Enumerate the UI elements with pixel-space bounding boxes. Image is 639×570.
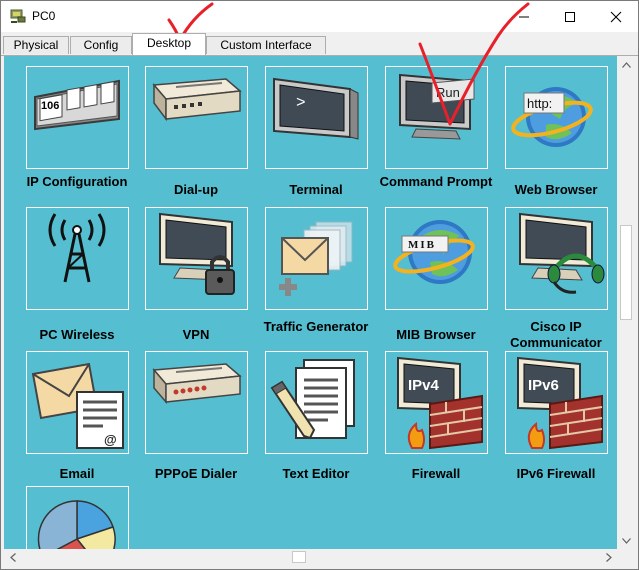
- app-label: IPv6 Firewall: [516, 466, 596, 481]
- svg-text:IPv4: IPv4: [408, 377, 440, 394]
- traffic-envelopes-icon: [279, 221, 353, 296]
- scroll-down-button[interactable]: [618, 532, 635, 549]
- app-tile-terminal[interactable]: >: [265, 66, 368, 169]
- app-label: IP Configuration: [26, 174, 128, 189]
- app-tile-dial-up[interactable]: [145, 66, 248, 169]
- svg-text:MIB: MIB: [408, 239, 436, 251]
- app-tile-command-prompt[interactable]: Run: [385, 66, 488, 169]
- maximize-button[interactable]: [547, 1, 593, 32]
- svg-text:IPv6: IPv6: [528, 377, 559, 394]
- chevron-up-icon: [622, 61, 631, 68]
- horizontal-scrollbar[interactable]: [4, 549, 617, 565]
- title-bar[interactable]: PC0: [1, 1, 638, 32]
- pie-chart-icon: [37, 500, 116, 549]
- scroll-right-button[interactable]: [600, 549, 617, 565]
- app-tile-ipv6-firewall[interactable]: IPv6: [505, 351, 608, 454]
- app-label: VPN: [182, 327, 210, 342]
- mib-globe-icon: MIB: [393, 220, 475, 284]
- maximize-icon: [565, 11, 575, 22]
- app-label: Web Browser: [514, 182, 598, 197]
- chevron-down-icon: [622, 537, 631, 544]
- vertical-scrollbar[interactable]: [618, 56, 635, 549]
- app-label: Command Prompt: [379, 174, 493, 189]
- tab-strip: Physical Config Desktop Custom Interface: [1, 32, 638, 56]
- app-tile-email[interactable]: @: [26, 351, 129, 454]
- app-label: Traffic Generator: [263, 319, 369, 334]
- app-label: Text Editor: [282, 466, 350, 481]
- firewall-icon: IPv4: [397, 356, 483, 450]
- scroll-up-button[interactable]: [618, 56, 635, 73]
- pc0-window: PC0 Physical Config Desktop Custom Inter…: [0, 0, 639, 570]
- app-label: PPPoE Dialer: [154, 466, 238, 481]
- wireless-tower-icon: [48, 213, 106, 283]
- pppoe-router-icon: [152, 363, 242, 405]
- vertical-scroll-thumb[interactable]: [620, 225, 632, 320]
- modem-icon: [152, 78, 242, 122]
- horizontal-scroll-thumb[interactable]: [292, 551, 306, 563]
- scroll-left-button[interactable]: [4, 549, 21, 565]
- ipv6-firewall-icon: IPv6: [517, 356, 603, 450]
- window-title: PC0: [32, 9, 56, 23]
- minimize-icon: [519, 16, 529, 17]
- monitor-headset-icon: [519, 212, 605, 294]
- close-icon: [610, 11, 622, 22]
- app-tile-pc-wireless[interactable]: [26, 207, 129, 310]
- svg-text:106: 106: [41, 100, 59, 112]
- tab-physical[interactable]: Physical: [3, 36, 69, 54]
- chevron-left-icon: [9, 552, 16, 562]
- pc-device-icon: [10, 8, 26, 24]
- app-tile-mib-browser[interactable]: MIB: [385, 207, 488, 310]
- app-tile-ip-configuration[interactable]: 106: [26, 66, 129, 169]
- svg-text:@: @: [104, 432, 117, 447]
- app-label: MIB Browser: [396, 327, 476, 342]
- app-tile-vpn[interactable]: [145, 207, 248, 310]
- svg-text:>: >: [296, 94, 306, 112]
- app-label: Email: [59, 466, 95, 481]
- scrollbar-corner: [618, 549, 635, 565]
- app-tile-cisco-ip-communicator[interactable]: [505, 207, 608, 310]
- svg-text:Run: Run: [436, 85, 460, 100]
- app-tile-pppoe-dialer[interactable]: [145, 351, 248, 454]
- app-label: Cisco IP Communicator: [510, 319, 602, 350]
- command-prompt-icon: Run: [399, 73, 475, 140]
- web-browser-icon: http:: [511, 87, 593, 147]
- app-label: Dial-up: [173, 182, 219, 197]
- app-tile-pie-chart[interactable]: [26, 486, 129, 549]
- svg-text:http:: http:: [527, 96, 552, 111]
- text-editor-icon: [270, 359, 355, 440]
- app-tile-text-editor[interactable]: [265, 351, 368, 454]
- app-tile-web-browser[interactable]: http:: [505, 66, 608, 169]
- chevron-right-icon: [605, 552, 612, 562]
- app-tile-traffic-generator[interactable]: [265, 207, 368, 310]
- minimize-button[interactable]: [501, 1, 547, 32]
- tab-config[interactable]: Config: [70, 36, 132, 54]
- app-label: PC Wireless: [39, 327, 115, 342]
- app-label: Terminal: [289, 182, 343, 197]
- terminal-icon: >: [273, 77, 359, 140]
- ip-config-panel-icon: 106: [34, 79, 120, 131]
- close-button[interactable]: [593, 1, 638, 32]
- desktop-panel: 106 IP Configuration Dial-up > Terminal …: [4, 56, 617, 549]
- tab-custom-interface[interactable]: Custom Interface: [206, 36, 326, 54]
- app-label: Firewall: [411, 466, 461, 481]
- tab-desktop[interactable]: Desktop: [132, 33, 206, 55]
- email-envelope-icon: @: [31, 362, 124, 449]
- app-tile-firewall[interactable]: IPv4: [385, 351, 488, 454]
- monitor-lock-icon: [159, 212, 235, 295]
